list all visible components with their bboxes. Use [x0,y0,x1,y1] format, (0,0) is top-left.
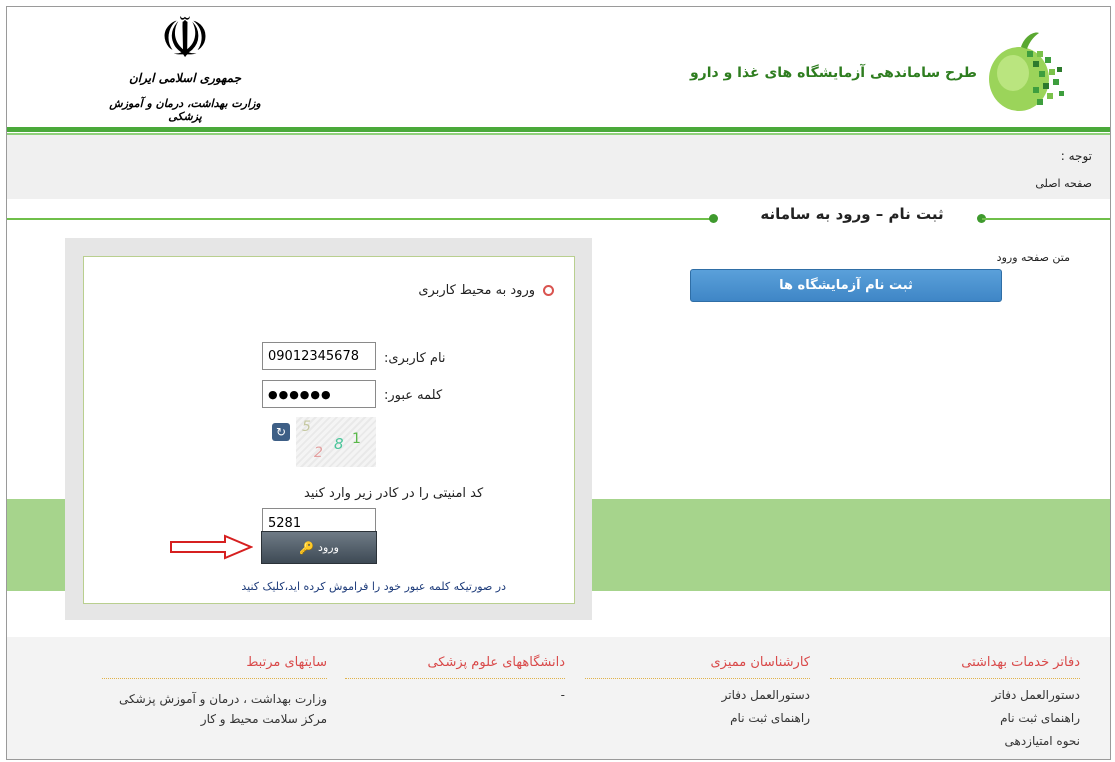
bullet-icon [543,285,554,296]
section-line-left [7,218,713,220]
footer-column-title: دانشگاههای علوم پزشکی [427,655,565,670]
login-submit-button[interactable]: 🔑 ورود [261,531,377,564]
refresh-captcha-icon[interactable]: ↻ [272,423,290,441]
footer-column-divider [830,678,1080,680]
footer-column-auditors: کارشناسان ممیزی دستورالعمل دفاتر راهنمای… [585,655,810,725]
footer-link[interactable]: وزارت بهداشت ، درمان و آموزش پزشکی [102,688,327,710]
captcha-digit-1: 5 [302,419,311,435]
footer-link[interactable]: مرکز سلامت محیط و کار [102,712,327,726]
key-icon: 🔑 [299,540,315,555]
ministry-line-1: جمهوری اسلامی ایران [128,71,242,85]
footer-column-related-sites: سایتهای مرتبط وزارت بهداشت ، درمان و آمو… [102,655,327,726]
footer-link[interactable]: - [345,688,565,702]
login-submit-label: ورود [318,541,339,554]
captcha-prompt: کد امنیتی را در کادر زیر وارد کنید [304,486,484,501]
register-labs-button[interactable]: ثبت نام آزمایشگاه ها [690,269,1002,302]
notice-band: توجه : صفحه اصلی [7,135,1110,199]
footer-link[interactable]: دستورالعمل دفاتر [830,688,1080,702]
login-title-row: ورود به محیط کاربری [418,283,554,298]
footer-link[interactable]: دستورالعمل دفاتر [585,688,810,702]
password-input[interactable]: ●●●●●● [262,380,376,408]
footer-column-divider [585,678,810,680]
footer-link[interactable]: راهنمای ثبت نام [585,711,810,725]
iran-emblem-icon: ☫ [159,6,211,71]
intro-text: متن صفحه ورود [996,251,1070,264]
footer-column-title: دفاتر خدمات بهداشتی [961,655,1080,670]
captcha-digit-3: 8 [334,435,344,453]
section-title: ثبت نام – ورود به سامانه [760,205,944,223]
header-divider [7,127,1110,132]
notice-label: توجه : [1060,149,1092,163]
captcha-digit-4: 1 [352,431,361,447]
forgot-password-link[interactable]: در صورتیکه کلمه عبور خود را فراموش کرده … [234,577,506,597]
ministry-logo: ☫ جمهوری اسلامی ایران وزارت بهداشت، درما… [105,9,265,124]
password-label: کلمه عبور: [384,388,443,403]
home-link[interactable]: صفحه اصلی [1035,177,1092,190]
footer-column-divider [102,678,327,680]
page-frame: ☫ جمهوری اسلامی ایران وزارت بهداشت، درما… [6,6,1111,760]
username-input[interactable]: 09012345678 [262,342,376,370]
footer-link[interactable]: راهنمای ثبت نام [830,711,1080,725]
footer-column-title: کارشناسان ممیزی [710,655,811,670]
footer-column-divider [345,678,565,680]
username-label: نام کاربری: [384,351,446,366]
ministry-line-2: وزارت بهداشت، درمان و آموزش پزشکی [109,97,261,123]
footer-column-health-offices: دفاتر خدمات بهداشتی دستورالعمل دفاتر راه… [830,655,1080,748]
red-arrow-icon [169,534,254,560]
captcha-digit-2: 2 [314,445,323,461]
footer: دفاتر خدمات بهداشتی دستورالعمل دفاتر راه… [7,637,1110,759]
site-title: طرح ساماندهی آزمایشگاه های غذا و دارو [689,65,977,81]
header: ☫ جمهوری اسلامی ایران وزارت بهداشت، درما… [7,7,1110,127]
footer-link[interactable]: نحوه امتیازدهی [830,734,1080,748]
captcha-image: 5 2 8 1 [296,417,376,467]
footer-column-title: سایتهای مرتبط [246,655,327,670]
section-dot-left [709,214,718,223]
footer-column-universities: دانشگاههای علوم پزشکی - [345,655,565,702]
apple-logo-icon [987,29,1067,115]
section-line-right [982,218,1110,220]
login-title: ورود به محیط کاربری [418,283,535,298]
